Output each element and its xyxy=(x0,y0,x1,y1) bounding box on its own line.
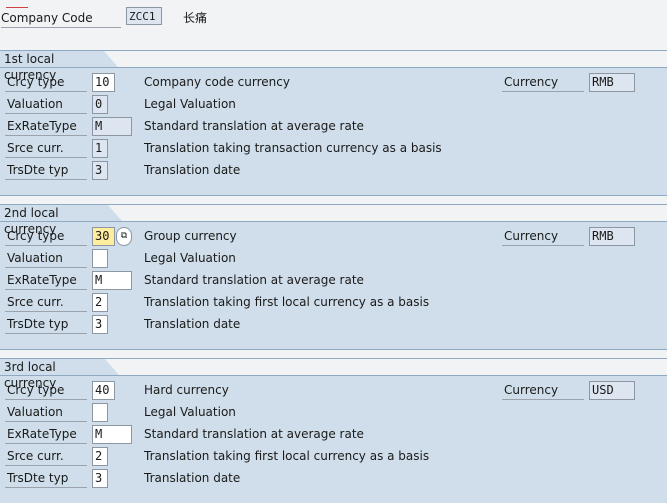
section-title: 1st local currency xyxy=(0,51,104,82)
srce-curr-desc: Translation taking first local currency … xyxy=(144,295,430,309)
valuation-label: Valuation xyxy=(5,249,87,268)
valuation-desc: Legal Valuation xyxy=(144,251,236,265)
crcy-type-label: Crcy type xyxy=(5,73,87,92)
valuation-field[interactable] xyxy=(92,249,108,268)
row-trsdte-typ: TrsDte typ 3 Translation date xyxy=(0,161,667,181)
trsdte-typ-field[interactable]: 3 xyxy=(92,161,108,180)
srce-curr-field[interactable]: 2 xyxy=(92,447,108,466)
trsdte-typ-desc: Translation date xyxy=(144,471,241,485)
trsdte-typ-desc: Translation date xyxy=(144,163,241,177)
row-valuation: Valuation 0 Legal Valuation xyxy=(0,95,667,115)
company-code-label: Company Code xyxy=(1,9,121,28)
srce-curr-field[interactable]: 2 xyxy=(92,293,108,312)
valuation-field[interactable]: 0 xyxy=(92,95,108,114)
trsdte-typ-label: TrsDte typ xyxy=(5,469,87,488)
exratetype-desc: Standard translation at average rate xyxy=(144,427,364,441)
crcy-type-desc: Group currency xyxy=(144,229,237,243)
valuation-desc: Legal Valuation xyxy=(144,97,236,111)
row-exratetype: ExRateType M Standard translation at ave… xyxy=(0,117,667,137)
exratetype-field[interactable]: M xyxy=(92,271,132,290)
crcy-type-desc: Company code currency xyxy=(144,75,290,89)
currency-field[interactable]: USD xyxy=(589,381,635,400)
row-trsdte-typ: TrsDte typ 3 Translation date xyxy=(0,315,667,335)
valuation-desc: Legal Valuation xyxy=(144,405,236,419)
srce-curr-label: Srce curr. xyxy=(5,293,87,312)
currency-label: Currency xyxy=(502,381,584,400)
section-3rd-local-currency: 3rd local currency Crcy type 40 Hard cur… xyxy=(0,358,667,503)
row-valuation: Valuation Legal Valuation xyxy=(0,403,667,423)
row-crcy-type: Crcy type 10 Company code currency Curre… xyxy=(0,73,667,93)
row-srce-curr: Srce curr. 2 Translation taking first lo… xyxy=(0,447,667,467)
trsdte-typ-field[interactable]: 3 xyxy=(92,315,108,334)
header-bar: Company Code ZCC1 长痛 xyxy=(0,0,667,40)
exratetype-field[interactable]: M xyxy=(92,425,132,444)
row-exratetype: ExRateType M Standard translation at ave… xyxy=(0,425,667,445)
currency-label: Currency xyxy=(502,227,584,246)
tab-edge xyxy=(104,51,118,67)
row-valuation: Valuation Legal Valuation xyxy=(0,249,667,269)
company-name: 长痛 xyxy=(183,11,208,25)
trsdte-typ-field[interactable]: 3 xyxy=(92,469,108,488)
row-trsdte-typ: TrsDte typ 3 Translation date xyxy=(0,469,667,489)
srce-curr-desc: Translation taking transaction currency … xyxy=(144,141,442,155)
srce-curr-desc: Translation taking first local currency … xyxy=(144,449,430,463)
crcy-type-desc: Hard currency xyxy=(144,383,229,397)
currency-label: Currency xyxy=(502,73,584,92)
currency-field[interactable]: RMB xyxy=(589,227,635,246)
exratetype-label: ExRateType xyxy=(5,271,87,290)
section-title: 2nd local currency xyxy=(0,205,108,236)
tab-edge xyxy=(108,205,122,221)
tab-edge xyxy=(105,359,119,375)
crcy-type-label: Crcy type xyxy=(5,381,87,400)
exratetype-label: ExRateType xyxy=(5,425,87,444)
row-exratetype: ExRateType M Standard translation at ave… xyxy=(0,271,667,291)
trsdte-typ-desc: Translation date xyxy=(144,317,241,331)
trsdte-typ-label: TrsDte typ xyxy=(5,315,87,334)
crcy-type-field[interactable]: 40 xyxy=(92,381,115,400)
value-help-icon[interactable]: ⧉ xyxy=(116,227,132,246)
crcy-type-field[interactable]: 10 xyxy=(92,73,115,92)
row-crcy-type: Crcy type 30 ⧉ Group currency Currency R… xyxy=(0,227,667,247)
error-mark xyxy=(6,7,28,8)
trsdte-typ-label: TrsDte typ xyxy=(5,161,87,180)
row-srce-curr: Srce curr. 2 Translation taking first lo… xyxy=(0,293,667,313)
section-title: 3rd local currency xyxy=(0,359,105,390)
exratetype-desc: Standard translation at average rate xyxy=(144,273,364,287)
exratetype-label: ExRateType xyxy=(5,117,87,136)
exratetype-desc: Standard translation at average rate xyxy=(144,119,364,133)
valuation-label: Valuation xyxy=(5,95,87,114)
valuation-label: Valuation xyxy=(5,403,87,422)
row-crcy-type: Crcy type 40 Hard currency Currency USD xyxy=(0,381,667,401)
srce-curr-label: Srce curr. xyxy=(5,139,87,158)
section-1st-local-currency: 1st local currency Crcy type 10 Company … xyxy=(0,50,667,196)
section-2nd-local-currency: 2nd local currency Crcy type 30 ⧉ Group … xyxy=(0,204,667,350)
valuation-field[interactable] xyxy=(92,403,108,422)
company-code-field[interactable]: ZCC1 xyxy=(126,7,162,25)
srce-curr-label: Srce curr. xyxy=(5,447,87,466)
row-srce-curr: Srce curr. 1 Translation taking transact… xyxy=(0,139,667,159)
crcy-type-label: Crcy type xyxy=(5,227,87,246)
currency-field[interactable]: RMB xyxy=(589,73,635,92)
srce-curr-field[interactable]: 1 xyxy=(92,139,108,158)
crcy-type-field[interactable]: 30 xyxy=(92,227,115,246)
exratetype-field[interactable]: M xyxy=(92,117,132,136)
